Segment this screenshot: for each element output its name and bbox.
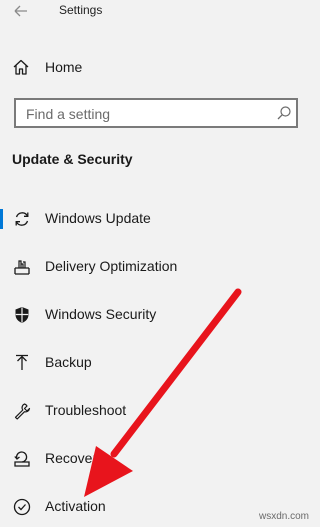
search-box[interactable] — [14, 98, 298, 128]
nav-item-activation[interactable]: Activation — [0, 492, 300, 522]
nav-item-label: Troubleshoot — [45, 402, 127, 418]
nav-item-label: Activation — [45, 498, 106, 514]
backup-arrow-icon — [16, 354, 28, 370]
delivery-optimization-icon — [14, 260, 30, 275]
watermark: wsxdn.com — [258, 511, 309, 522]
sync-icon — [15, 212, 29, 226]
home-nav-item[interactable]: Home — [12, 56, 302, 80]
nav-item-windows-update[interactable]: Windows Update — [0, 204, 300, 234]
nav-item-label: Delivery Optimization — [45, 258, 178, 274]
window-title: Settings — [59, 3, 103, 17]
home-label: Home — [45, 59, 83, 75]
section-title: Update & Security — [12, 151, 133, 167]
selection-indicator — [0, 209, 3, 229]
recovery-icon — [14, 451, 30, 467]
nav-item-windows-security[interactable]: Windows Security — [0, 300, 300, 330]
shield-icon — [15, 307, 29, 323]
check-circle-icon — [13, 498, 31, 516]
nav-item-label: Recovery — [45, 450, 105, 466]
search-input[interactable] — [24, 103, 278, 125]
nav-item-recovery[interactable]: Recovery — [0, 444, 300, 474]
home-icon — [13, 59, 29, 75]
nav-item-troubleshoot[interactable]: Troubleshoot — [0, 396, 300, 426]
search-icon[interactable] — [276, 105, 292, 121]
wrench-icon — [14, 403, 31, 420]
nav-item-delivery-optimization[interactable]: Delivery Optimization — [0, 252, 300, 282]
back-arrow-icon[interactable] — [12, 2, 30, 20]
nav-item-label: Windows Security — [45, 306, 157, 322]
nav-item-backup[interactable]: Backup — [0, 348, 300, 378]
title-bar: Settings — [0, 0, 315, 24]
nav-item-label: Windows Update — [45, 210, 151, 226]
nav-item-label: Backup — [45, 354, 92, 370]
